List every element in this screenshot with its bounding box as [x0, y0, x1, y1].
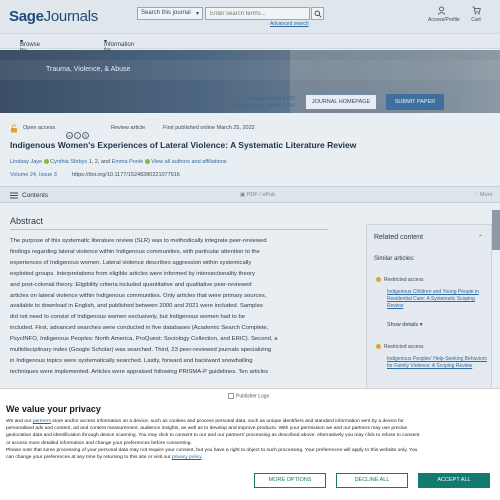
abstract-divider	[10, 229, 328, 230]
author-link[interactable]: Emma Poole	[112, 159, 144, 165]
nav-information-for[interactable]: Information for ▾	[104, 38, 134, 54]
lock-icon	[376, 344, 381, 350]
advanced-search-link[interactable]: Advanced search	[270, 21, 309, 27]
restricted-access-label: Restricted access	[376, 277, 423, 283]
more-button[interactable]: ⋮ More	[473, 192, 493, 198]
submit-paper-button[interactable]: SUBMIT PAPER	[386, 94, 444, 110]
cc-icon: cc	[66, 132, 73, 139]
search-icon	[314, 10, 322, 18]
author-link[interactable]: Cynthia Stirbys	[50, 159, 87, 165]
partners-link[interactable]: partners	[33, 419, 51, 424]
related-article-link[interactable]: Indigenous Children and Young People in …	[387, 289, 487, 310]
abstract-heading: Abstract	[10, 216, 44, 226]
related-content-panel: Related content ⌃ Similar articles: Rest…	[366, 224, 492, 394]
open-access-lock-icon	[11, 124, 17, 133]
nc-icon: $	[82, 132, 89, 139]
contents-toggle[interactable]: Contents	[22, 192, 48, 199]
user-icon	[437, 6, 445, 15]
related-article-link[interactable]: Indigenous Peoples' Help-Seeking Behavio…	[387, 356, 487, 370]
pdf-icon: ▣	[240, 192, 246, 198]
consent-text: We and our partners store and/or access …	[6, 419, 420, 461]
abstract-text: The purpose of this systematic literatur…	[10, 238, 278, 375]
pdf-epub-button[interactable]: ▣ PDF / ePub	[240, 192, 275, 198]
publisher-logo: Publisher Logo	[228, 393, 269, 399]
author-separator: 1, 2, and	[88, 159, 111, 165]
show-details-toggle[interactable]: Show details ▾	[387, 322, 422, 328]
feedback-tab[interactable]	[492, 210, 500, 250]
chevron-down-icon: ▾	[195, 11, 199, 17]
cart-icon	[472, 6, 481, 15]
account-button[interactable]: Access/Profile	[428, 6, 460, 23]
article-type: Review article	[111, 125, 146, 131]
orcid-icon[interactable]	[43, 159, 49, 165]
orcid-icon[interactable]	[144, 159, 150, 165]
open-access-label: Open access	[23, 125, 56, 131]
search-button[interactable]	[311, 7, 324, 20]
page: SageJournals Search this journal▾ Advanc…	[0, 0, 500, 500]
cart-button[interactable]: Cart	[466, 6, 486, 23]
sage-journals-logo[interactable]: SageJournals	[9, 8, 98, 25]
lock-icon	[376, 277, 381, 283]
article-title: Indigenous Women's Experiences of Latera…	[10, 140, 357, 150]
main-nav: Browse by discipline ▾ Information for ▾	[0, 33, 500, 60]
by-icon: i	[74, 132, 81, 139]
search-scope-select[interactable]: Search this journal ▾	[137, 7, 203, 20]
site-header: SageJournals Search this journal▾ Advanc…	[0, 0, 500, 33]
search-input[interactable]	[205, 7, 310, 20]
accept-all-button[interactable]: ACCEPT ALL	[418, 473, 490, 488]
cookie-consent-dialog: Publisher Logo We value your privacy We …	[0, 388, 500, 500]
doi-link[interactable]: https://doi.org/10.1177/1524838022107791…	[72, 172, 180, 178]
author-list: Lindsay Jaye Cynthia Stirbys 1, 2, and E…	[10, 159, 227, 165]
publication-date: First published online March 25, 2022	[163, 125, 255, 131]
related-content-heading[interactable]: Related content	[374, 234, 423, 241]
contents-bar: Contents ▣ PDF / ePub ⋮ More	[0, 186, 500, 203]
consent-title: We value your privacy	[6, 404, 101, 414]
chevron-up-icon[interactable]: ⌃	[478, 234, 483, 241]
volume-issue-link[interactable]: Volume 24, Issue 3	[10, 172, 57, 178]
decline-all-button[interactable]: DECLINE ALL	[336, 473, 408, 488]
privacy-policy-link[interactable]: privacy policy	[172, 455, 201, 460]
restricted-access-label: Restricted access	[376, 344, 423, 350]
author-link[interactable]: Lindsay Jaye	[10, 159, 42, 165]
journal-homepage-button[interactable]: JOURNAL HOMEPAGE	[305, 94, 377, 110]
list-icon	[10, 192, 18, 199]
impact-factors[interactable]: Impact factor: 6.539 5-Year Impact Facto…	[230, 96, 295, 110]
journal-title[interactable]: Trauma, Violence, & Abuse	[46, 66, 130, 73]
similar-articles-heading: Similar articles:	[374, 256, 415, 262]
more-options-button[interactable]: MORE OPTIONS	[254, 473, 326, 488]
nav-browse-discipline[interactable]: Browse by discipline ▾	[20, 38, 45, 60]
image-icon	[228, 393, 234, 399]
view-all-authors-link[interactable]: View all authors and affiliations	[151, 159, 226, 165]
